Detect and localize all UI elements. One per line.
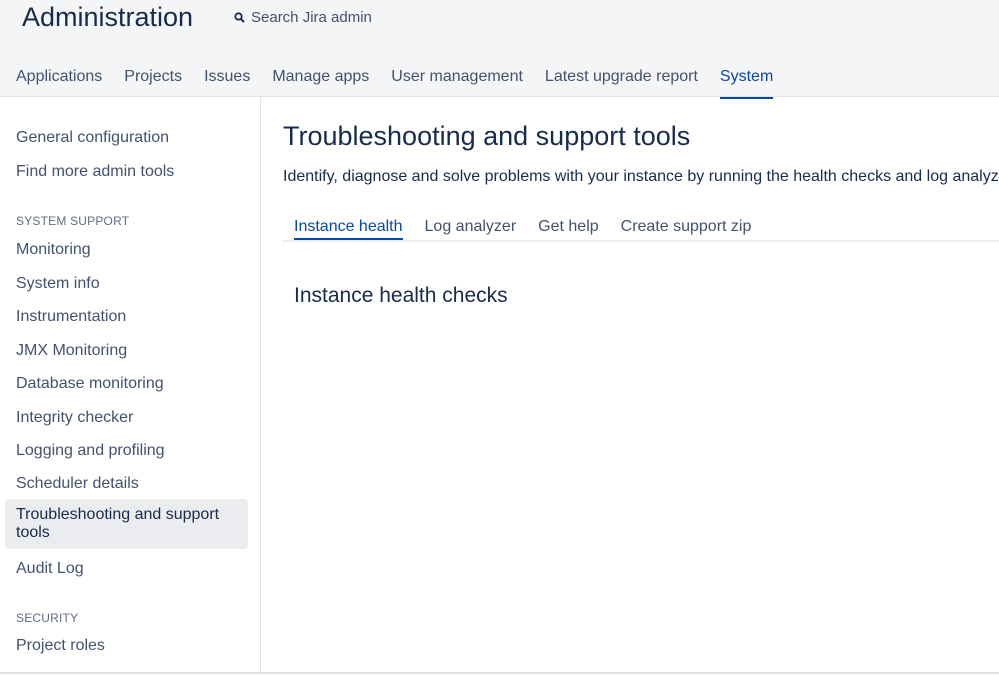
sidebar-item-audit-log[interactable]: Audit Log (16, 560, 84, 578)
nav-user-management[interactable]: User management (391, 68, 523, 96)
sidebar-item-database-monitoring[interactable]: Database monitoring (16, 375, 164, 393)
tab-create-support-zip[interactable]: Create support zip (621, 218, 752, 240)
nav-issues[interactable]: Issues (204, 68, 250, 96)
admin-title: Administration (22, 2, 194, 32)
tab-instance-health[interactable]: Instance health (294, 218, 403, 240)
search-admin[interactable]: Search Jira admin (234, 9, 372, 26)
admin-top-nav: Applications Projects Issues Manage apps… (16, 68, 774, 99)
sidebar-item-general-configuration[interactable]: General configuration (16, 129, 169, 147)
nav-system[interactable]: System (719, 68, 774, 99)
page-title: Troubleshooting and support tools (283, 121, 691, 151)
support-tools-tabs: Instance health Log analyzer Get help Cr… (294, 218, 751, 240)
sidebar-item-instrumentation[interactable]: Instrumentation (16, 308, 126, 326)
sidebar-item-integrity-checker[interactable]: Integrity checker (16, 409, 133, 427)
sidebar-item-scheduler-details[interactable]: Scheduler details (16, 475, 139, 493)
search-icon (234, 12, 245, 23)
sidebar-item-system-info[interactable]: System info (16, 275, 100, 293)
section-title: Instance health checks (294, 284, 508, 307)
sidebar-heading-system-support: SYSTEM SUPPORT (16, 214, 130, 228)
nav-applications[interactable]: Applications (16, 68, 102, 96)
page-bottom-divider (0, 672, 999, 674)
sidebar-item-label: Troubleshooting and support tools (16, 506, 220, 541)
search-label[interactable]: Search Jira admin (251, 9, 372, 26)
sidebar-heading-security: SECURITY (16, 611, 79, 625)
tab-log-analyzer[interactable]: Log analyzer (425, 218, 517, 240)
page-description: Identify, diagnose and solve problems wi… (283, 168, 999, 185)
nav-projects[interactable]: Projects (124, 68, 182, 96)
admin-header: Administration Search Jira admin Applica… (0, 0, 999, 99)
tab-get-help[interactable]: Get help (538, 218, 598, 240)
tabs-divider (283, 240, 999, 242)
sidebar-item-logging-and-profiling[interactable]: Logging and profiling (16, 442, 165, 460)
nav-latest-upgrade-report[interactable]: Latest upgrade report (545, 68, 698, 96)
nav-manage-apps[interactable]: Manage apps (272, 68, 369, 96)
sidebar-item-monitoring[interactable]: Monitoring (16, 241, 91, 259)
sidebar-item-troubleshooting-and-support-tools[interactable]: Troubleshooting and support tools (5, 499, 248, 549)
sidebar-item-project-roles[interactable]: Project roles (16, 637, 105, 655)
admin-sidebar: General configuration Find more admin to… (0, 97, 261, 672)
sidebar-item-jmx-monitoring[interactable]: JMX Monitoring (16, 342, 127, 360)
sidebar-item-find-more-admin-tools[interactable]: Find more admin tools (16, 163, 174, 181)
